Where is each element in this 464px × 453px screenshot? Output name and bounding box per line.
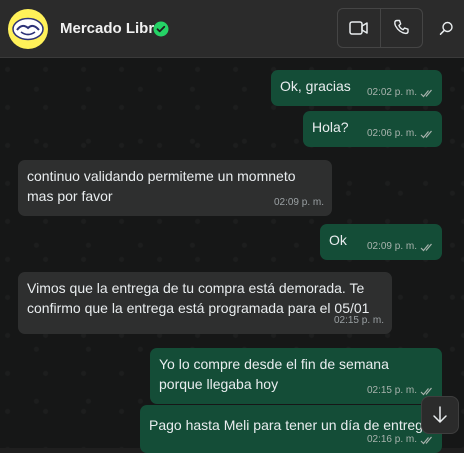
message-time: 02:06 p. m. (366, 128, 417, 139)
message-incoming[interactable]: continuo validando permiteme un momneto … (18, 160, 332, 216)
message-time: 02:09 p. m. (273, 197, 324, 208)
voice-call-button[interactable] (381, 9, 423, 47)
message-text: Vimos que la entrega de tu compra está d… (27, 280, 370, 316)
double-check-icon (420, 243, 432, 251)
message-outgoing[interactable]: Ok 02:09 p. m. (320, 224, 442, 260)
message-time: 02:15 p. m. (366, 385, 417, 396)
message-outgoing[interactable]: Yo lo compre desde el fin de semana porq… (150, 348, 442, 404)
message-text: Yo lo compre desde el fin de semana porq… (159, 356, 389, 392)
arrow-down-icon (433, 406, 447, 423)
double-check-icon (420, 387, 432, 395)
message-text: Ok (329, 232, 347, 248)
call-buttons (337, 8, 423, 48)
verified-badge-icon (153, 21, 169, 37)
message-outgoing[interactable]: Hola? 02:06 p. m. (303, 111, 442, 147)
chat-header: Mercado Libre (0, 0, 464, 58)
message-meta: 02:02 p. m. (367, 83, 434, 103)
message-meta: 02:06 p. m. (367, 124, 434, 144)
message-text: Ok, gracias (280, 78, 351, 94)
video-call-button[interactable] (338, 9, 380, 47)
message-time: 02:16 p. m. (366, 434, 417, 445)
scroll-to-bottom-button[interactable] (421, 396, 459, 434)
contact-avatar[interactable] (8, 9, 48, 49)
message-meta: 02:15 p. m. (334, 311, 384, 331)
message-outgoing[interactable]: Pago hasta Meli para tener un día de ent… (140, 405, 442, 453)
message-time: 02:15 p. m. (333, 315, 384, 326)
message-incoming[interactable]: Vimos que la entrega de tu compra está d… (18, 272, 392, 334)
video-call-icon (349, 21, 368, 35)
message-time: 02:02 p. m. (366, 87, 417, 98)
message-meta: 02:09 p. m. (367, 237, 434, 257)
message-list[interactable]: Ok, gracias 02:02 p. m. Hola? 02:06 p. m… (0, 58, 464, 453)
message-text: continuo validando permiteme un momneto … (27, 168, 296, 204)
contact-name[interactable]: Mercado Libre (60, 20, 163, 37)
message-outgoing[interactable]: Ok, gracias 02:02 p. m. (271, 70, 442, 106)
double-check-icon (420, 89, 432, 97)
message-meta: 02:16 p. m. (367, 430, 434, 450)
phone-icon (394, 19, 409, 35)
double-check-icon (420, 436, 432, 444)
message-meta: 02:09 p. m. (274, 193, 324, 213)
message-text: Hola? (312, 119, 349, 135)
double-check-icon (420, 130, 432, 138)
search-icon (439, 21, 453, 35)
message-time: 02:09 p. m. (366, 241, 417, 252)
search-button[interactable] (434, 16, 458, 40)
